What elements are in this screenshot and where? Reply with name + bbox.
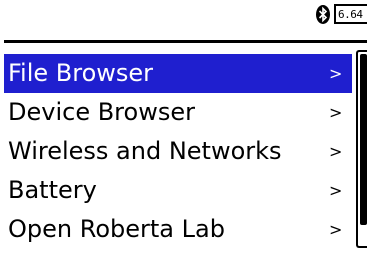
- menu-item-wireless-and-networks[interactable]: Wireless and Networks >: [4, 132, 352, 171]
- menu-item-label: Device Browser: [8, 98, 195, 126]
- menu-item-label: Battery: [8, 176, 97, 204]
- main-menu: File Browser > Device Browser > Wireless…: [4, 54, 356, 249]
- ev3-screen: 6.64 File Browser > Device Browser > Wir…: [0, 0, 367, 261]
- menu-item-file-browser[interactable]: File Browser >: [4, 54, 352, 93]
- battery-voltage: 6.64: [338, 8, 363, 21]
- status-bar: 6.64: [0, 0, 367, 40]
- scrollbar[interactable]: [356, 50, 367, 248]
- battery-indicator: 6.64: [334, 4, 367, 24]
- chevron-right-icon: >: [329, 64, 343, 83]
- header-divider: [4, 40, 367, 43]
- chevron-right-icon: >: [329, 220, 343, 239]
- menu-item-label: File Browser: [8, 59, 154, 87]
- chevron-right-icon: >: [329, 181, 343, 200]
- chevron-right-icon: >: [329, 103, 343, 122]
- menu-item-label: Wireless and Networks: [8, 137, 282, 165]
- bluetooth-icon: [316, 5, 330, 24]
- scrollbar-thumb[interactable]: [360, 54, 367, 225]
- menu-item-device-browser[interactable]: Device Browser >: [4, 93, 352, 132]
- menu-item-label: Open Roberta Lab: [8, 215, 225, 243]
- menu-item-open-roberta-lab[interactable]: Open Roberta Lab >: [4, 210, 352, 249]
- menu-item-battery[interactable]: Battery >: [4, 171, 352, 210]
- chevron-right-icon: >: [329, 142, 343, 161]
